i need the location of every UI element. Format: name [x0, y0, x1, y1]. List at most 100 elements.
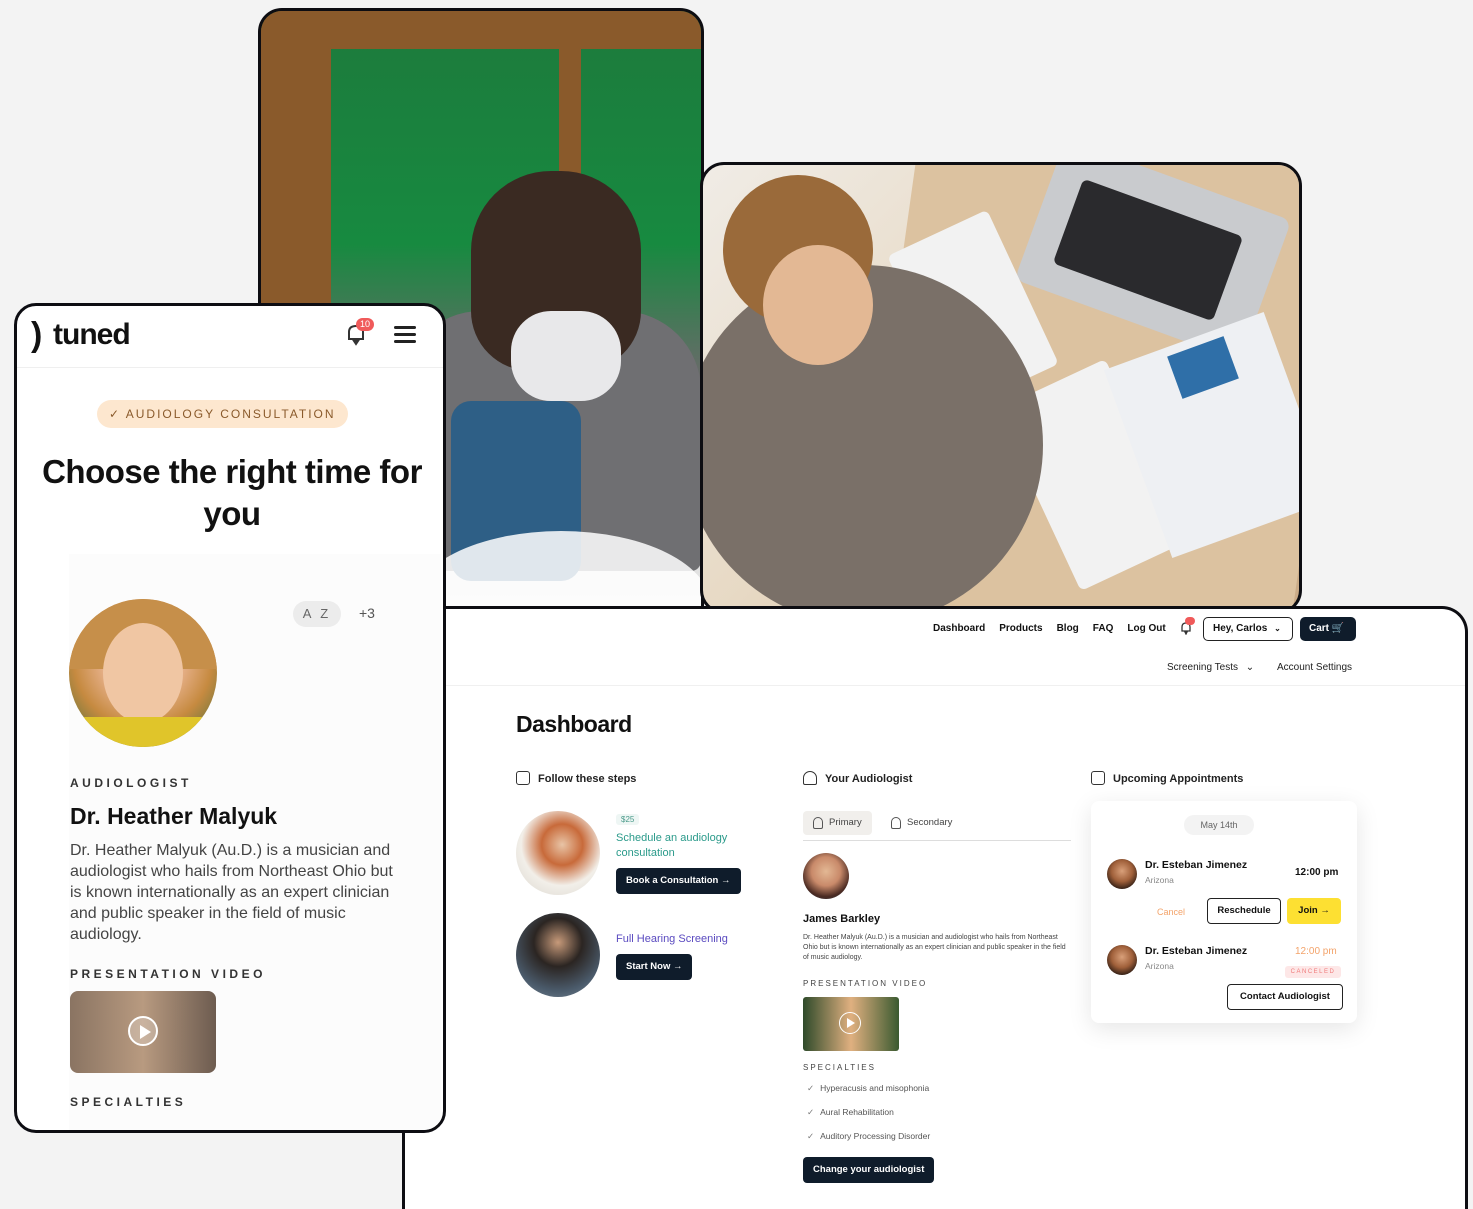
doctor-avatar: [1107, 945, 1137, 975]
menu-icon[interactable]: [394, 326, 416, 344]
nav-blog[interactable]: Blog: [1057, 623, 1079, 634]
audiologist-heading: Your Audiologist: [803, 771, 912, 785]
cancel-link[interactable]: Cancel: [1157, 907, 1185, 917]
account-settings-link[interactable]: Account Settings: [1277, 662, 1352, 673]
header-divider: [405, 685, 1465, 686]
screening-tests-menu[interactable]: Screening Tests ⌄: [1167, 662, 1254, 673]
start-now-label: Start Now: [626, 961, 671, 972]
state-badge: A Z: [293, 601, 341, 627]
check-icon: ✓: [807, 1107, 815, 1117]
steps-heading-label: Follow these steps: [538, 773, 637, 785]
status-badge: CANCELED: [1285, 966, 1341, 978]
nav-products[interactable]: Products: [999, 623, 1042, 634]
screening-tests-label: Screening Tests: [1167, 662, 1238, 673]
audiologist-name: James Barkley: [803, 913, 881, 925]
specialties-label: SPECIALTIES: [70, 1095, 187, 1109]
person-icon: [891, 817, 901, 829]
steps-heading: Follow these steps: [516, 771, 636, 785]
appointments-heading-label: Upcoming Appointments: [1113, 773, 1244, 785]
nav-logout[interactable]: Log Out: [1127, 623, 1165, 634]
laptop-photo: [700, 162, 1302, 614]
role-label: AUDIOLOGIST: [70, 776, 192, 790]
presentation-video[interactable]: [70, 991, 216, 1073]
calendar-icon: [1091, 771, 1105, 785]
hearing-screening-image: [516, 913, 600, 997]
audiologist-avatar: [69, 599, 217, 747]
hearing-screening-link[interactable]: Full Hearing Screening: [616, 932, 728, 947]
avatar-face: [103, 623, 183, 723]
appointment-time: 12:00 pm: [1295, 867, 1339, 878]
chevron-down-icon: ⌄: [1274, 624, 1281, 633]
cart-button[interactable]: Cart 🛒: [1300, 617, 1356, 641]
contact-audiologist-button[interactable]: Contact Audiologist: [1227, 984, 1343, 1010]
reschedule-button[interactable]: Reschedule: [1207, 898, 1281, 924]
page-title: Dashboard: [516, 711, 632, 737]
person-icon: [813, 817, 823, 829]
avatar-shirt: [69, 717, 217, 747]
specialty-item: ✓ Auditory Processing Disorder: [807, 1131, 930, 1142]
audiologist-bio: Dr. Heather Malyuk (Au.D.) is a musician…: [70, 842, 393, 943]
join-button[interactable]: Join →: [1287, 898, 1341, 924]
price-tag: $25: [616, 814, 640, 825]
nav-dashboard[interactable]: Dashboard: [933, 623, 985, 634]
tab-primary-label: Primary: [829, 817, 862, 828]
specialty-text: Auditory Processing Disorder: [820, 1131, 931, 1141]
join-label: Join: [1298, 905, 1318, 916]
page-title: Choose the right time for you: [42, 453, 422, 532]
tab-primary[interactable]: Primary: [803, 811, 872, 835]
top-nav: Dashboard Products Blog FAQ Log Out: [933, 623, 1166, 634]
specialty-item: ✓ Hyperacusis and misophonia: [807, 1083, 929, 1094]
more-states-count[interactable]: +3: [359, 605, 375, 621]
check-icon: ✓: [807, 1083, 815, 1093]
presentation-video-label: PRESENTATION VIDEO: [803, 979, 928, 988]
arrow-right-icon: →: [1320, 905, 1330, 916]
doctor-avatar: [1107, 859, 1137, 889]
audiologist-tabs: Primary Secondary: [803, 811, 1071, 841]
cart-label: Cart: [1309, 623, 1330, 634]
cart-icon: 🛒: [1331, 623, 1345, 634]
person-face: [763, 245, 873, 365]
play-icon[interactable]: [839, 1012, 861, 1034]
wood-plank: [261, 11, 331, 311]
audiologist-bio: Dr. Heather Malyuk (Au.D.) is a musician…: [803, 934, 1066, 961]
schedule-consultation-link[interactable]: Schedule an audiology consultation: [616, 831, 756, 861]
audiologist-avatar: [803, 853, 849, 899]
respirator-mask: [511, 311, 621, 401]
appointments-heading: Upcoming Appointments: [1091, 771, 1243, 785]
desktop-dashboard: Dashboard Products Blog FAQ Log Out Hey,…: [402, 606, 1468, 1209]
play-icon[interactable]: [128, 1016, 158, 1046]
specialty-text: Aural Rehabilitation: [820, 1107, 894, 1117]
doctor-name: Dr. Esteban Jimenez: [1145, 945, 1248, 957]
arrow-right-icon: →: [672, 961, 683, 972]
external-link-icon: [516, 771, 530, 785]
start-now-button[interactable]: Start Now →: [616, 954, 693, 980]
presentation-video-label: PRESENTATION VIDEO: [70, 967, 266, 981]
specialty-item: ✓ Aural Rehabilitation: [807, 1107, 894, 1118]
tab-secondary-label: Secondary: [907, 817, 953, 828]
audiologist-name: Dr. Heather Malyuk: [70, 803, 278, 829]
mobile-header: ) tuned 10: [17, 306, 443, 368]
change-audiologist-button[interactable]: Change your audiologist: [803, 1157, 935, 1183]
tab-secondary[interactable]: Secondary: [881, 811, 962, 835]
doctor-name: Dr. Esteban Jimenez: [1145, 859, 1248, 871]
doctor-location: Arizona: [1145, 875, 1174, 885]
specialty-text: Hyperacusis and misophonia: [820, 1083, 930, 1093]
audiologist-heading-label: Your Audiologist: [825, 773, 913, 785]
logo[interactable]: tuned: [53, 318, 131, 352]
arrow-right-icon: →: [721, 875, 731, 886]
book-consultation-button[interactable]: Book a Consultation →: [616, 868, 741, 894]
doctor-location: Arizona: [1145, 961, 1174, 971]
nav-faq[interactable]: FAQ: [1093, 623, 1114, 634]
notification-badge: [1185, 617, 1195, 625]
check-icon: ✓: [807, 1131, 815, 1141]
presentation-video[interactable]: [803, 997, 899, 1051]
book-consultation-label: Book a Consultation: [626, 875, 719, 886]
mobile-screen: ) tuned 10 ✓ AUDIOLOGY CONSULTATION Choo…: [14, 303, 446, 1133]
appointment-time: 12:00 pm: [1295, 946, 1337, 957]
appointments-card: May 14th Dr. Esteban Jimenez Arizona 12:…: [1091, 801, 1357, 1023]
logo-mark: ): [31, 316, 43, 354]
consultation-image: [516, 811, 600, 895]
user-menu-button[interactable]: Hey, Carlos ⌄: [1203, 617, 1293, 641]
specialties-label: SPECIALTIES: [803, 1063, 876, 1072]
user-greeting: Hey, Carlos: [1213, 623, 1268, 634]
